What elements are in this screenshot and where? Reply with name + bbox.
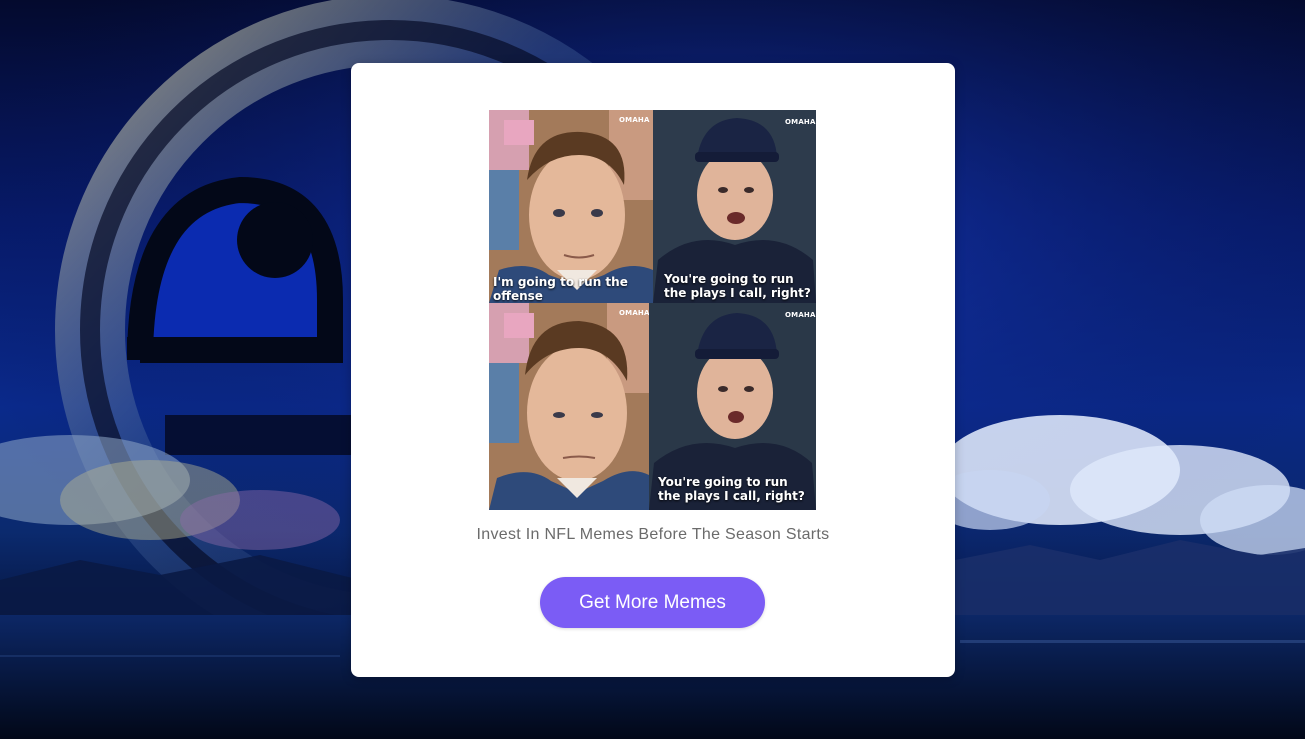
meme-image: OMAHA I'm going to run the offense OMAHA… [489, 110, 816, 510]
get-more-memes-button[interactable]: Get More Memes [540, 577, 765, 628]
meme-caption: I'm going to run the offense [493, 275, 628, 303]
watermark-text: OMAHA [785, 311, 816, 319]
meme-caption: You're going to run the plays I call, ri… [658, 475, 805, 503]
meme-panel-top-right: OMAHA You're going to run the plays I ca… [653, 110, 816, 303]
meme-card: OMAHA I'm going to run the offense OMAHA… [351, 63, 955, 677]
watermark-text: OMAHA [619, 116, 650, 124]
meme-panel-bottom-right: OMAHA You're going to run the plays I ca… [649, 303, 816, 510]
watermark-text: OMAHA [785, 118, 816, 126]
meme-panel-top-left: OMAHA I'm going to run the offense [489, 110, 653, 303]
meme-subtitle: Invest In NFL Memes Before The Season St… [476, 526, 830, 543]
watermark-text: OMAHA [619, 309, 649, 317]
meme-caption: You're going to run the plays I call, ri… [664, 272, 811, 300]
meme-panel-bottom-left: OMAHA [489, 303, 649, 510]
person-portrait-icon [489, 303, 649, 510]
